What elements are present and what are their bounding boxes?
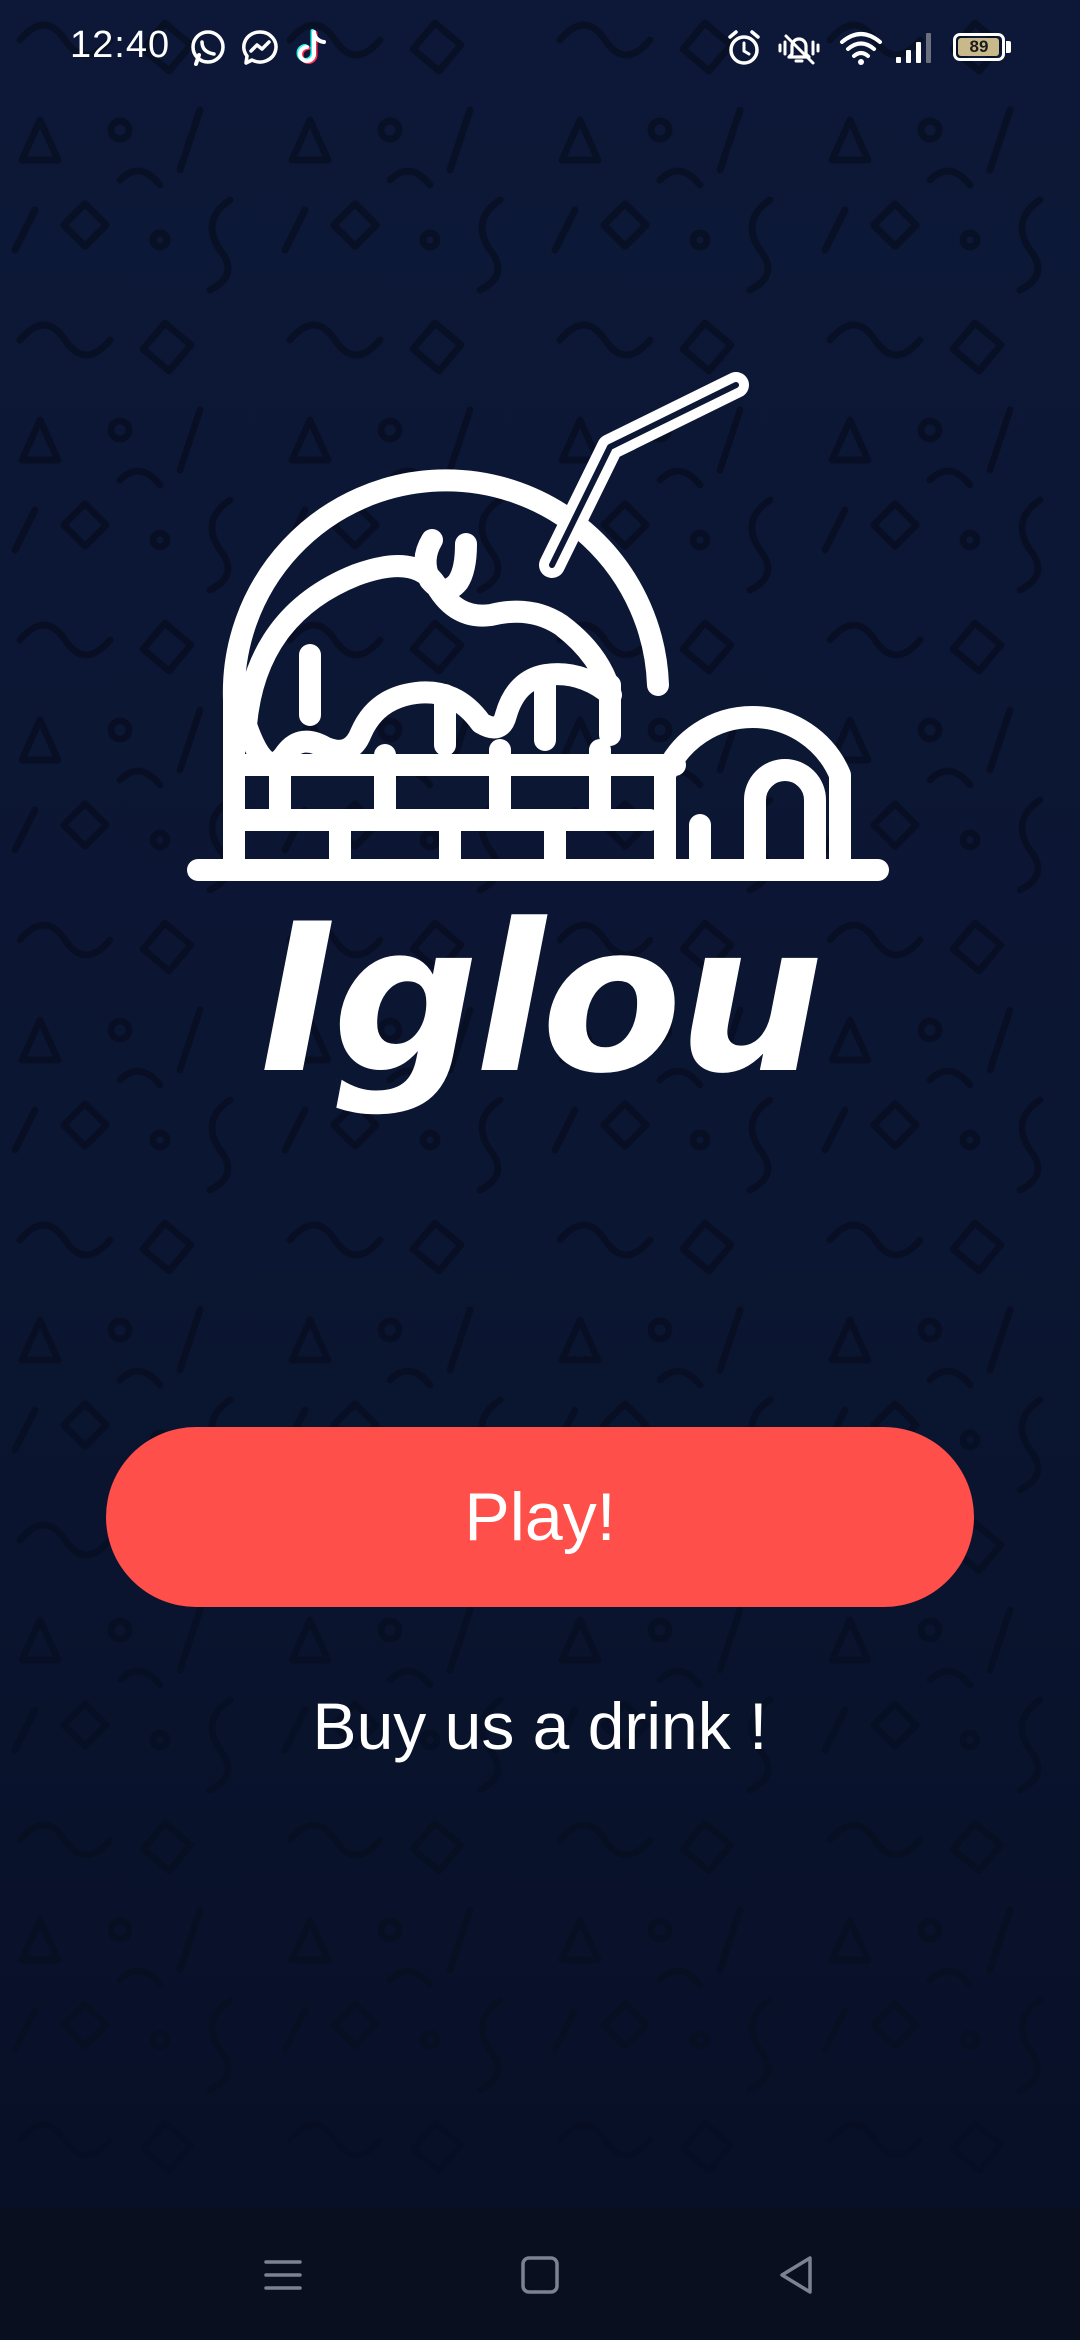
alarm-icon: [728, 30, 760, 65]
battery-level-text: 89: [969, 37, 989, 56]
signal-icon: [896, 33, 931, 63]
igloo-logo-icon: [187, 372, 889, 881]
play-button[interactable]: Play!: [106, 1427, 974, 1607]
vibrate-icon: [778, 34, 820, 65]
whatsapp-icon: [191, 30, 225, 66]
home-icon[interactable]: [515, 2250, 565, 2300]
navigation-bar: [0, 2208, 1080, 2340]
tiktok-icon: [296, 29, 326, 64]
back-icon[interactable]: [772, 2250, 822, 2300]
messenger-icon: [242, 30, 278, 65]
wifi-icon: [840, 32, 882, 65]
menu-icon[interactable]: [258, 2250, 308, 2300]
battery-icon: 89: [953, 33, 1005, 61]
app-logo-text: Iglou: [259, 881, 824, 1119]
buy-drink-link[interactable]: Buy us a drink !: [0, 1688, 1080, 1764]
status-time: 12:40: [70, 24, 171, 66]
status-bar: 12:40 89: [0, 0, 1080, 96]
battery-tip: [1006, 41, 1011, 53]
